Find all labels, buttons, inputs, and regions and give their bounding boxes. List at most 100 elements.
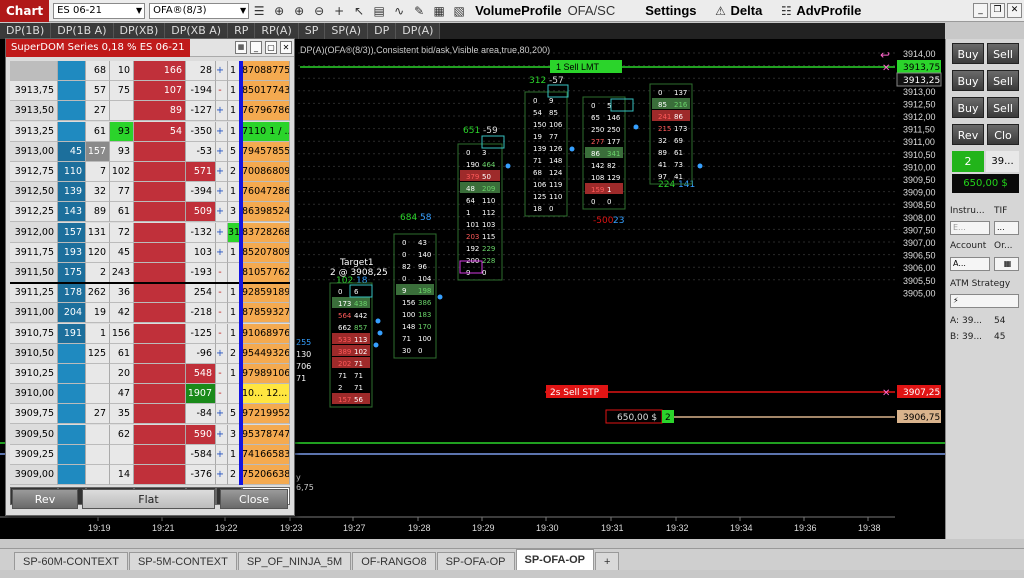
dom-delta-cell[interactable]: -127: [186, 101, 216, 122]
dom-vol-a-cell[interactable]: 131: [86, 222, 110, 243]
dom-totals-cell[interactable]: 85207809: [242, 242, 290, 263]
dom-ask-size-cell[interactable]: [134, 182, 186, 203]
buy-bid-button[interactable]: Buy: [952, 70, 984, 91]
dom-vol-a-cell[interactable]: 2: [86, 263, 110, 283]
indicator-tab[interactable]: RP: [228, 23, 256, 39]
bar-type-icon[interactable]: ☰: [249, 4, 269, 18]
lock-icon[interactable]: ▦: [429, 4, 449, 18]
dom-delta-cell[interactable]: -125: [186, 323, 216, 344]
dom-totals-cell[interactable]: 95378747: [242, 424, 290, 445]
dom-delta-cell[interactable]: -194: [186, 81, 216, 102]
dom-bid-size-cell[interactable]: 191: [58, 323, 86, 344]
dom-vol-b-cell[interactable]: 10: [110, 61, 134, 81]
indicator-tab[interactable]: DP(XB A): [165, 23, 229, 39]
dom-ask-size-cell[interactable]: [134, 465, 186, 485]
indicators-icon[interactable]: ▤: [369, 4, 389, 18]
close-button[interactable]: Close: [220, 489, 288, 509]
dom-prices-cell[interactable]: 3911,75: [10, 242, 58, 263]
dom-totals-cell[interactable]: 83728268: [242, 222, 290, 243]
reverse-button[interactable]: Rev: [952, 124, 984, 145]
dom-bid-size-cell[interactable]: 204: [58, 303, 86, 324]
dom-vol-b-cell[interactable]: 102: [110, 162, 134, 182]
dom-prices-cell[interactable]: 3909,50: [10, 424, 58, 445]
close-icon[interactable]: ✕: [1007, 3, 1022, 18]
template-select[interactable]: OFA®(8/3): [149, 2, 250, 19]
dom-maximize-icon[interactable]: ▢: [265, 41, 277, 54]
workspace-tab[interactable]: SP-60M-CONTEXT: [14, 552, 128, 570]
dom-totals-cell[interactable]: 91068976: [242, 323, 290, 344]
dom-delta-cell[interactable]: -394: [186, 182, 216, 203]
superdom-titlebar[interactable]: SuperDOM Series 0,18 % ES 06-21 ▦ _ ▢ ✕: [6, 39, 294, 57]
dom-delta-cell[interactable]: 254: [186, 283, 216, 304]
dom-signs-cell[interactable]: +: [216, 465, 228, 485]
dom-ask-size-cell[interactable]: [134, 141, 186, 162]
advprofile-button[interactable]: AdvProfile: [796, 3, 861, 18]
sell-market-button[interactable]: Sell: [987, 43, 1019, 64]
cursor-icon[interactable]: ↖: [349, 4, 369, 18]
dom-vol-b-cell[interactable]: 75: [110, 81, 134, 102]
tif-select[interactable]: ...: [994, 221, 1019, 235]
dom-totals-cell[interactable]: 87859327: [242, 303, 290, 324]
dom-vol-b-cell[interactable]: 42: [110, 303, 134, 324]
add-icon[interactable]: +: [329, 4, 349, 18]
properties-icon[interactable]: ▧: [449, 4, 469, 18]
dom-ask-size-cell[interactable]: [134, 242, 186, 263]
zoom-out-icon[interactable]: ⊖: [309, 4, 329, 18]
dom-vol-b-cell[interactable]: 45: [110, 242, 134, 263]
dom-vol-a-cell[interactable]: 157: [86, 141, 110, 162]
dom-prices-cell[interactable]: 3910,50: [10, 343, 58, 364]
dom-prices-cell[interactable]: [10, 61, 58, 81]
dom-totals-cell[interactable]: 76047286: [242, 182, 290, 203]
dom-delta-cell[interactable]: 590: [186, 424, 216, 445]
close-position-button[interactable]: Clo: [987, 124, 1019, 145]
dom-vol-a-cell[interactable]: 27: [86, 101, 110, 122]
add-tab-icon[interactable]: +: [595, 552, 620, 570]
dom-vol-a-cell[interactable]: [86, 364, 110, 384]
dom-totals-cell[interactable]: 85017743: [242, 81, 290, 102]
dom-delta-cell[interactable]: -53: [186, 141, 216, 162]
dom-bid-size-cell[interactable]: [58, 364, 86, 384]
dom-signs-cell[interactable]: +: [216, 121, 228, 142]
dom-bid-size-cell[interactable]: [58, 384, 86, 405]
dom-delta-cell[interactable]: 28: [186, 61, 216, 81]
dom-signs-cell[interactable]: +: [216, 343, 228, 364]
instrument-select[interactable]: ES 06-21: [53, 2, 146, 19]
sell-lmt-label[interactable]: 1 Sell LMT: [556, 62, 600, 72]
dom-signs-cell[interactable]: +: [216, 202, 228, 223]
dom-vol-b-cell[interactable]: 47: [110, 384, 134, 405]
indicator-tab[interactable]: DP(XB): [113, 23, 166, 39]
dom-vol-b-cell[interactable]: 35: [110, 404, 134, 425]
dom-bid-size-cell[interactable]: 157: [58, 222, 86, 243]
dom-signs-cell[interactable]: -: [216, 303, 228, 324]
dom-prices-cell[interactable]: 3913,00: [10, 141, 58, 162]
dom-signs-cell[interactable]: +: [216, 61, 228, 81]
delta-button[interactable]: Delta: [731, 3, 763, 18]
dom-bid-size-cell[interactable]: [58, 101, 86, 122]
dom-signs-cell[interactable]: -: [216, 283, 228, 304]
indicator-tab[interactable]: DP: [368, 23, 397, 39]
workspace-tab[interactable]: OF-RANGO8: [352, 552, 436, 570]
dom-signs-cell[interactable]: -: [216, 364, 228, 384]
dom-vol-b-cell[interactable]: 20: [110, 364, 134, 384]
dom-delta-cell[interactable]: 509: [186, 202, 216, 223]
dom-bid-size-cell[interactable]: [58, 81, 86, 102]
dom-ask-size-cell[interactable]: [134, 384, 186, 405]
dom-ask-size-cell[interactable]: [134, 364, 186, 384]
dom-prices-cell[interactable]: 3913,75: [10, 81, 58, 102]
grid-icon[interactable]: ▦: [235, 41, 247, 54]
dom-vol-a-cell[interactable]: [86, 424, 110, 445]
dom-delta-cell[interactable]: -96: [186, 343, 216, 364]
dom-totals-cell[interactable]: 92859189: [242, 283, 290, 304]
flat-button[interactable]: Flat: [82, 489, 215, 509]
dom-ask-size-cell[interactable]: [134, 323, 186, 344]
workspace-tab[interactable]: SP_OF_NINJA_5M: [237, 552, 352, 570]
buy-ask-button[interactable]: Buy: [952, 97, 984, 118]
dom-signs-cell[interactable]: +: [216, 101, 228, 122]
dom-bid-size-cell[interactable]: [58, 343, 86, 364]
dom-delta-cell[interactable]: -376: [186, 465, 216, 485]
settings-button[interactable]: Settings: [645, 3, 696, 18]
dom-delta-cell[interactable]: 548: [186, 364, 216, 384]
crosshair-icon[interactable]: ⊕: [269, 4, 289, 18]
dom-signs-cell[interactable]: -: [216, 263, 228, 283]
ofa-sc-button[interactable]: OFA/SC: [568, 3, 616, 18]
